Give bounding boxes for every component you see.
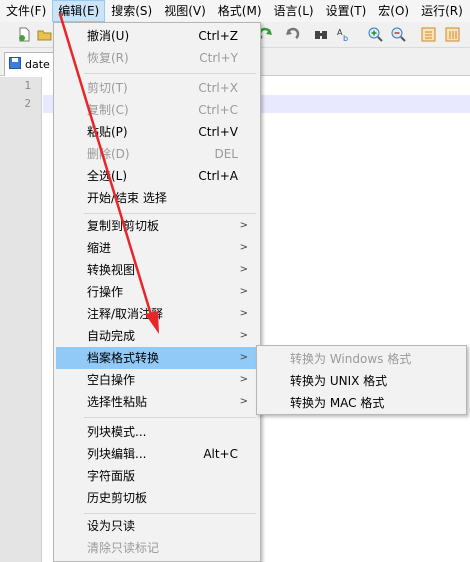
menu-item-label: 剪切(T): [87, 81, 128, 95]
menu-item-label: 注释/取消注释: [87, 307, 164, 321]
find-icon[interactable]: [313, 26, 330, 43]
shortcut-label: DEL: [214, 147, 238, 161]
menu-bar: 文件(F) 编辑(E) 搜索(S) 视图(V) 格式(M) 语言(L) 设置(T…: [0, 0, 470, 22]
menu-item-undo[interactable]: 撤消(U) Ctrl+Z: [56, 25, 258, 47]
sync-horizontal-icon[interactable]: [444, 26, 461, 43]
submenu-arrow-icon: >: [239, 374, 248, 385]
zoom-in-icon[interactable]: [367, 26, 384, 43]
submenu-arrow-icon: >: [239, 330, 248, 341]
menu-item-label: 选择性粘贴: [87, 395, 148, 409]
tab-label: date: [25, 58, 50, 71]
eol-conversion-submenu: 转换为 Windows 格式 转换为 UNIX 格式 转换为 MAC 格式: [256, 345, 467, 415]
submenu-arrow-icon: >: [239, 220, 248, 231]
menu-item-select-all[interactable]: 全选(L) Ctrl+A: [56, 165, 258, 187]
line-number: 2: [24, 97, 31, 110]
submenu-item-to-windows[interactable]: 转换为 Windows 格式: [259, 348, 464, 370]
new-file-icon[interactable]: [16, 26, 33, 43]
menu-item-label: 行操作: [87, 285, 124, 299]
menu-item-clear-read-only[interactable]: 清除只读标记: [56, 537, 258, 559]
edit-menu: 撤消(U) Ctrl+Z 恢复(R) Ctrl+Y 剪切(T) Ctrl+X 复…: [53, 22, 261, 562]
menu-item-comment[interactable]: 注释/取消注释 >: [56, 303, 258, 325]
menu-item-label: 复制到剪切板: [87, 219, 160, 233]
menu-item-label: 转换视图: [87, 263, 136, 277]
menu-item-copy[interactable]: 复制(C) Ctrl+C: [56, 99, 258, 121]
replace-icon[interactable]: Ab: [336, 26, 353, 43]
menu-separator: [84, 513, 256, 514]
menu-item-label: 开始/结束 选择: [87, 191, 167, 205]
menu-item-label: 粘贴(P): [87, 125, 128, 139]
menu-settings[interactable]: 设置(T): [320, 0, 373, 22]
menu-separator: [84, 417, 256, 418]
menu-item-label: 档案格式转换: [87, 351, 160, 365]
menu-item-label: 空白操作: [87, 373, 136, 387]
zoom-out-icon[interactable]: [390, 26, 407, 43]
menu-item-label: 字符面版: [87, 469, 136, 483]
submenu-arrow-icon: >: [239, 396, 248, 407]
menu-item-label: 设为只读: [87, 519, 136, 533]
menu-item-begin-end-select[interactable]: 开始/结束 选择: [56, 187, 258, 209]
menu-item-line-operations[interactable]: 行操作 >: [56, 281, 258, 303]
menu-item-character-panel[interactable]: 字符面版: [56, 465, 258, 487]
menu-item-delete[interactable]: 删除(D) DEL: [56, 143, 258, 165]
submenu-arrow-icon: >: [239, 308, 248, 319]
menu-item-label: 全选(L): [87, 169, 128, 183]
shortcut-label: Ctrl+Z: [198, 29, 238, 43]
submenu-item-to-mac[interactable]: 转换为 MAC 格式: [259, 392, 464, 414]
submenu-arrow-icon: >: [239, 286, 248, 297]
menu-item-label: 列块编辑...: [87, 447, 147, 461]
menu-item-convert-case[interactable]: 转换视图 >: [56, 259, 258, 281]
shortcut-label: Ctrl+C: [198, 103, 238, 117]
menu-item-label: 删除(D): [87, 147, 130, 161]
menu-separator: [84, 73, 256, 74]
shortcut-label: Alt+C: [203, 447, 238, 461]
submenu-arrow-icon: >: [239, 264, 248, 275]
menu-item-label: 恢复(R): [87, 51, 129, 65]
menu-item-label: 清除只读标记: [87, 541, 160, 555]
menu-language[interactable]: 语言(L): [268, 0, 320, 22]
shortcut-label: Ctrl+A: [198, 169, 238, 183]
submenu-arrow-icon: >: [239, 352, 248, 363]
line-number: 1: [24, 79, 31, 92]
menu-search[interactable]: 搜索(S): [105, 0, 158, 22]
menu-item-label: 复制(C): [87, 103, 129, 117]
menu-item-blank-operations[interactable]: 空白操作 >: [56, 369, 258, 391]
menu-item-label: 历史剪切板: [87, 491, 148, 505]
menu-item-label: 自动完成: [87, 329, 136, 343]
menu-run[interactable]: 运行(R): [415, 0, 469, 22]
shortcut-label: Ctrl+Y: [199, 51, 238, 65]
shortcut-label: Ctrl+X: [198, 81, 238, 95]
menu-item-label: 缩进: [87, 241, 112, 255]
sync-vertical-icon[interactable]: [420, 26, 437, 43]
svg-text:b: b: [343, 34, 348, 43]
shortcut-label: Ctrl+V: [198, 125, 238, 139]
open-folder-icon[interactable]: [36, 26, 53, 43]
menu-item-redo[interactable]: 恢复(R) Ctrl+Y: [56, 47, 258, 69]
menu-format[interactable]: 格式(M): [212, 0, 268, 22]
menu-item-label: 撤消(U): [87, 29, 130, 43]
undo-icon[interactable]: [283, 26, 300, 43]
submenu-item-to-unix[interactable]: 转换为 UNIX 格式: [259, 370, 464, 392]
menu-item-paste-special[interactable]: 选择性粘贴 >: [56, 391, 258, 413]
save-icon: [9, 57, 21, 72]
menu-view[interactable]: 视图(V): [158, 0, 212, 22]
menu-file[interactable]: 文件(F): [0, 0, 52, 22]
menu-item-indent[interactable]: 缩进 >: [56, 237, 258, 259]
menu-item-column-mode[interactable]: 列块模式...: [56, 421, 258, 443]
menu-item-paste[interactable]: 粘贴(P) Ctrl+V: [56, 121, 258, 143]
submenu-arrow-icon: >: [239, 242, 248, 253]
menu-item-column-editor[interactable]: 列块编辑... Alt+C: [56, 443, 258, 465]
menu-item-copy-to-clipboard[interactable]: 复制到剪切板 >: [56, 215, 258, 237]
menu-macro[interactable]: 宏(O): [372, 0, 415, 22]
menu-item-set-read-only[interactable]: 设为只读: [56, 515, 258, 537]
menu-item-cut[interactable]: 剪切(T) Ctrl+X: [56, 77, 258, 99]
menu-edit[interactable]: 编辑(E): [52, 0, 106, 22]
menu-separator: [84, 213, 256, 214]
line-number-gutter: 1 2: [0, 77, 42, 562]
menu-item-auto-complete[interactable]: 自动完成 >: [56, 325, 258, 347]
menu-item-label: 列块模式...: [87, 425, 147, 439]
menu-item-eol-conversion[interactable]: 档案格式转换 >: [56, 347, 258, 369]
menu-item-clipboard-history[interactable]: 历史剪切板: [56, 487, 258, 509]
